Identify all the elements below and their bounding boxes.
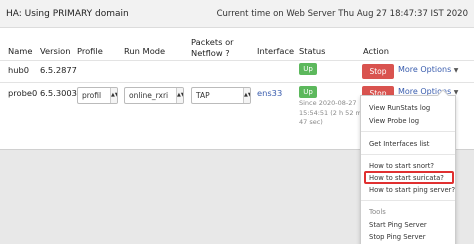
select-arrow-icon: ▲▼ bbox=[176, 88, 183, 103]
panel-header: HA: Using PRIMARY domain Current time on… bbox=[0, 0, 474, 28]
column-header-version: Version bbox=[40, 46, 71, 56]
select-arrow-icon: ▲▼ bbox=[243, 88, 250, 103]
run-mode-select-value: online_rxri bbox=[129, 91, 169, 100]
run-mode-select[interactable]: online_rxri ▲▼ bbox=[124, 87, 184, 104]
packets-select-value: TAP bbox=[196, 91, 210, 100]
uptime-text: Since 2020-08-27 15:54:51 (2 h 52 m 47 s… bbox=[299, 99, 362, 128]
menu-item-get-interfaces-list[interactable]: Get Interfaces list bbox=[369, 140, 429, 148]
column-header-status: Status bbox=[299, 46, 326, 56]
column-header-packets-line1: Packets or bbox=[191, 37, 234, 47]
more-options-link[interactable]: More Options ▼ bbox=[398, 65, 458, 74]
menu-divider bbox=[361, 131, 455, 132]
menu-item-how-to-start-snort[interactable]: How to start snort? bbox=[369, 162, 434, 170]
panel-title: HA: Using PRIMARY domain bbox=[6, 9, 129, 19]
stop-button[interactable]: Stop bbox=[362, 64, 394, 79]
menu-item-view-runstats-log[interactable]: View RunStats log bbox=[369, 104, 430, 112]
interface-link[interactable]: ens33 bbox=[257, 88, 282, 98]
row-probe0-name: probe0 bbox=[8, 88, 38, 98]
highlight-box bbox=[364, 171, 454, 184]
select-arrow-icon: ▲▼ bbox=[110, 88, 117, 103]
row-probe0-version: 6.5.3003 bbox=[40, 88, 77, 98]
menu-divider bbox=[361, 154, 455, 155]
more-options-label: More Options bbox=[398, 65, 452, 74]
column-header-profile: Profile bbox=[77, 46, 103, 56]
status-badge: Up bbox=[299, 86, 317, 98]
help-icon[interactable]: ? bbox=[225, 48, 229, 58]
more-options-dropdown: View RunStats log View Probe log Get Int… bbox=[360, 89, 456, 244]
header-divider bbox=[0, 60, 474, 61]
column-header-run-mode: Run Mode bbox=[124, 46, 166, 56]
column-header-action: Action bbox=[363, 46, 389, 56]
server-time: Current time on Web Server Thu Aug 27 18… bbox=[216, 9, 468, 19]
menu-divider bbox=[361, 200, 455, 201]
uptime-line2: 15:54:51 (2 h 52 m bbox=[299, 108, 362, 117]
uptime-line1: Since 2020-08-27 bbox=[299, 99, 357, 107]
column-header-interface: Interface bbox=[257, 46, 295, 56]
column-header-packets: Packets or Netflow ? bbox=[191, 37, 234, 59]
status-badge: Up bbox=[299, 63, 317, 75]
profile-select-value: profil bbox=[82, 91, 102, 100]
column-header-packets-line2: Netflow bbox=[191, 48, 223, 58]
row-hub0-version: 6.5.2877 bbox=[40, 65, 77, 75]
menu-item-stop-ping-server[interactable]: Stop Ping Server bbox=[369, 233, 426, 241]
menu-header-tools: Tools bbox=[369, 208, 386, 216]
menu-item-start-ping-server[interactable]: Start Ping Server bbox=[369, 221, 427, 229]
uptime-line3: 47 sec) bbox=[299, 118, 323, 126]
caret-down-icon: ▼ bbox=[453, 67, 459, 74]
packets-select[interactable]: TAP ▲▼ bbox=[191, 87, 251, 104]
row-divider bbox=[0, 82, 474, 83]
menu-item-view-probe-log[interactable]: View Probe log bbox=[369, 117, 419, 125]
column-header-name: Name bbox=[8, 46, 33, 56]
profile-select[interactable]: profil ▲▼ bbox=[77, 87, 118, 104]
menu-item-how-to-start-ping-server[interactable]: How to start ping server? bbox=[369, 186, 455, 194]
row-hub0-name: hub0 bbox=[8, 65, 30, 75]
